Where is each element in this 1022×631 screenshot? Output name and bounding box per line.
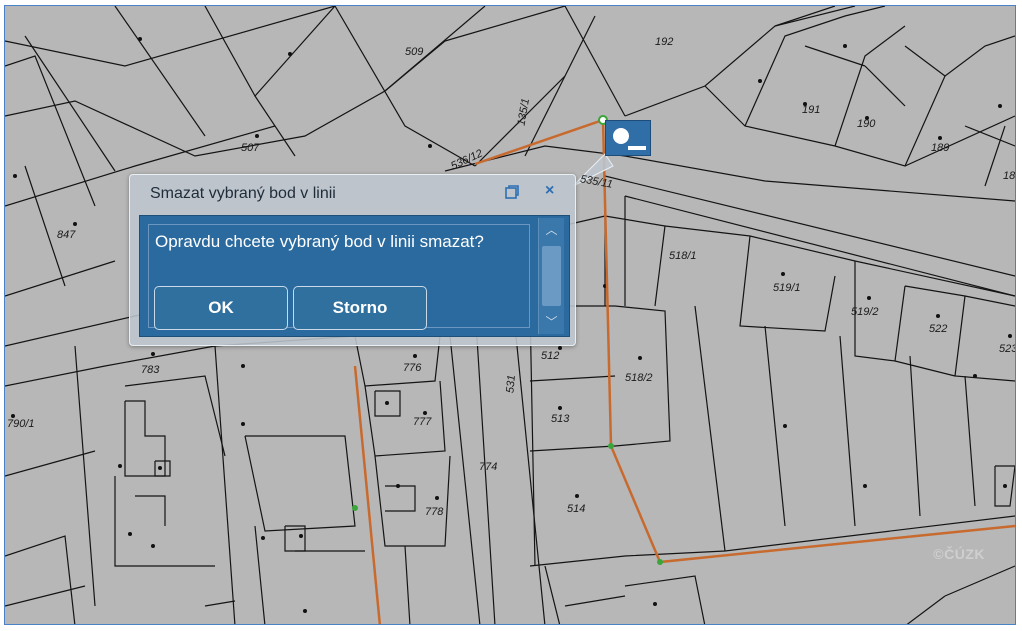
cancel-button[interactable]: Storno	[293, 286, 427, 330]
parcel-label: 522	[929, 323, 948, 335]
parcel-label: 774	[479, 461, 498, 473]
parcel-label: 847	[57, 229, 76, 241]
parcel-label: 18	[1003, 170, 1016, 182]
parcel-label: 509	[405, 46, 424, 58]
parcel-label: 519/1	[773, 282, 801, 294]
line-vertex	[657, 559, 663, 565]
delete-point-dialog: Smazat vybraný bod v linii × Opravdu chc…	[129, 174, 576, 346]
line-info-icon[interactable]	[605, 120, 651, 156]
cuzk-watermark: ©ČÚZK	[933, 546, 985, 562]
dialog-body: Opravdu chcete vybraný bod v linii smaza…	[139, 215, 570, 337]
parcel-label: 531	[504, 374, 518, 394]
parcel-label: 518/1	[669, 250, 697, 262]
line-vertex	[352, 505, 358, 511]
parcel-label: 192	[655, 36, 674, 48]
dialog-message: Opravdu chcete vybraný bod v linii smaza…	[155, 232, 484, 251]
parcel-label: 514	[567, 503, 586, 515]
scroll-up-icon[interactable]: ︿	[539, 218, 564, 242]
parcel-label: 778	[425, 506, 444, 518]
parcel-label: 512	[541, 350, 560, 362]
cadastral-map[interactable]: 192 509 191 190 189 18 507 135/1 536/12 …	[4, 5, 1016, 625]
parcel-label: 190	[857, 118, 876, 130]
parcel-label: 776	[403, 362, 422, 374]
line-vertex	[608, 443, 614, 449]
parcel-label: 777	[413, 416, 432, 428]
parcel-label: 191	[802, 104, 821, 116]
parcel-label: 513	[551, 413, 570, 425]
ok-button[interactable]: OK	[154, 286, 288, 330]
parcel-label: 189	[931, 142, 950, 154]
parcel-label: 507	[241, 142, 260, 154]
dialog-scrollbar[interactable]: ︿ ﹀	[538, 218, 564, 334]
parcel-label: 783	[141, 364, 160, 376]
scroll-down-icon[interactable]: ﹀	[539, 310, 564, 334]
parcel-label: 519/2	[851, 306, 879, 318]
parcel-label: 790/1	[7, 418, 35, 430]
close-icon[interactable]: ×	[545, 182, 554, 200]
parcel-label: 523	[999, 343, 1016, 355]
scroll-thumb[interactable]	[542, 246, 561, 306]
dialog-title: Smazat vybraný bod v linii	[150, 185, 336, 202]
parcel-label: 518/2	[625, 372, 653, 384]
restore-window-icon[interactable]	[505, 185, 519, 199]
